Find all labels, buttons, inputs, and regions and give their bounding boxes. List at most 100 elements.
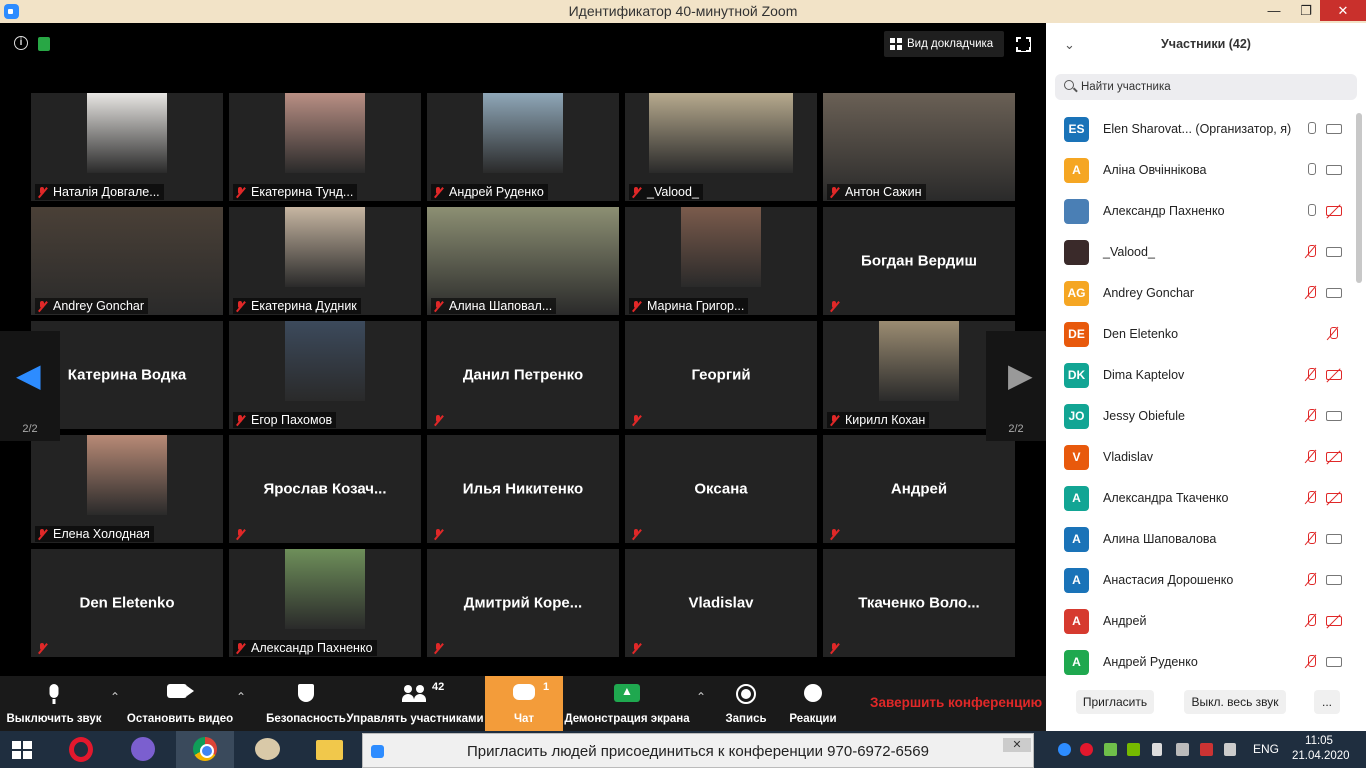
participant-row[interactable]: А Андрей Руденко [1046,642,1356,677]
zoom-tray-icon[interactable] [1058,743,1071,756]
stop-video-button[interactable]: Остановить видео [126,676,234,731]
participant-video-tile[interactable]: Богдан Вердиш [823,207,1015,315]
participant-list-scrollbar[interactable] [1356,113,1362,283]
fullscreen-icon[interactable] [1015,36,1031,52]
microphone-muted-icon[interactable] [1304,244,1318,260]
video-options-caret[interactable]: ⌃ [236,690,246,704]
microphone-muted-icon[interactable] [1304,367,1318,383]
maximize-button[interactable]: ❐ [1292,0,1320,21]
participant-video-tile[interactable]: Егор Пахомов [229,321,421,429]
participant-row[interactable]: Александр Пахненко [1046,191,1356,232]
security-button[interactable]: Безопасность [266,676,346,731]
invite-button[interactable]: Пригласить [1076,690,1154,714]
participant-search[interactable] [1055,74,1357,100]
nvidia-tray-icon[interactable] [1127,743,1140,756]
microphone-muted-icon[interactable] [1304,285,1318,301]
volume-icon[interactable] [1224,743,1236,756]
mute-button[interactable]: Выключить звук [0,676,108,731]
microphone-muted-icon[interactable] [1304,408,1318,424]
end-meeting-button[interactable]: Завершить конференцию [870,695,1042,710]
reactions-button[interactable]: Реакции [782,676,844,731]
speaker-view-button[interactable]: Вид докладчика [884,31,1004,57]
participant-row[interactable]: V Vladislav [1046,437,1356,478]
device-tray-icon[interactable] [1152,743,1162,756]
close-window-button[interactable]: ✕ [1320,0,1366,21]
taskbar-explorer[interactable] [300,731,358,768]
participant-row[interactable]: А Андрей [1046,601,1356,642]
security-tray-icon[interactable] [1104,743,1117,756]
participant-row[interactable]: А Аліна Овчіннікова [1046,150,1356,191]
manage-participants-button[interactable]: 42 Управлять участниками [346,676,484,731]
microphone-muted-icon[interactable] [1304,531,1318,547]
taskbar-clock[interactable]: 11:05 21.04.2020 [1292,734,1350,764]
microphone-muted-icon[interactable] [1304,654,1318,670]
participant-row[interactable]: А Анастасия Дорошенко [1046,560,1356,601]
participant-video-tile[interactable]: Vladislav [625,549,817,657]
participant-video-tile[interactable]: Андрей [823,435,1015,543]
video-camera-off-icon[interactable] [1326,616,1342,626]
next-page-button[interactable]: ▶ 2/2 [986,331,1046,441]
video-camera-icon[interactable] [1326,247,1342,257]
taskbar-viber[interactable] [114,731,172,768]
microphone-icon[interactable] [1304,203,1318,219]
video-camera-icon[interactable] [1326,534,1342,544]
video-camera-icon[interactable] [1326,411,1342,421]
mute-all-button[interactable]: Выкл. весь звук [1184,690,1286,714]
microphone-muted-icon[interactable] [1304,449,1318,465]
participant-video-tile[interactable]: Ярослав Козач... [229,435,421,543]
participant-video-tile[interactable]: Елена Холодная [31,435,223,543]
input-language[interactable]: ENG [1253,742,1279,756]
participant-video-tile[interactable]: Александр Пахненко [229,549,421,657]
participant-video-tile[interactable]: Дмитрий Коре... [427,549,619,657]
audio-options-caret[interactable]: ⌃ [110,690,120,704]
participant-row[interactable]: DK Dima Kaptelov [1046,355,1356,396]
previous-page-button[interactable]: ◀ 2/2 [0,331,60,441]
participant-row[interactable]: AG Andrey Gonchar [1046,273,1356,314]
notification-close-button[interactable]: ✕ [1003,738,1031,752]
video-camera-off-icon[interactable] [1326,452,1342,462]
taskbar-chrome[interactable] [176,731,234,768]
participant-video-tile[interactable]: Антон Сажин [823,93,1015,201]
video-camera-off-icon[interactable] [1326,493,1342,503]
participant-video-tile[interactable]: Илья Никитенко [427,435,619,543]
participant-video-tile[interactable]: Марина Григор... [625,207,817,315]
record-button[interactable]: Запись [716,676,776,731]
meeting-info-icon[interactable]: i [14,36,28,50]
participant-video-tile[interactable]: _Valood_ [625,93,817,201]
microphone-icon[interactable] [1304,162,1318,178]
participant-video-tile[interactable]: Andrey Gonchar [31,207,223,315]
minimize-button[interactable]: — [1254,0,1294,21]
participant-video-tile[interactable]: Георгий [625,321,817,429]
microphone-muted-icon[interactable] [1304,613,1318,629]
video-camera-icon[interactable] [1326,288,1342,298]
video-camera-icon[interactable] [1326,657,1342,667]
participant-row[interactable]: _Valood_ [1046,232,1356,273]
opera-tray-icon[interactable] [1080,743,1093,756]
network-disconnected-icon[interactable] [1200,743,1213,756]
video-camera-icon[interactable] [1326,124,1342,134]
participant-video-tile[interactable]: Алина Шаповал... [427,207,619,315]
chat-button[interactable]: 1 Чат [485,676,563,731]
start-button[interactable] [0,731,48,768]
taskbar-opera[interactable] [52,731,110,768]
share-screen-button[interactable]: Демонстрация экрана [564,676,690,731]
participant-search-input[interactable] [1081,78,1341,96]
participant-video-tile[interactable]: Den Eletenko [31,549,223,657]
video-camera-icon[interactable] [1326,165,1342,175]
participant-row[interactable]: JO Jessy Obiefule [1046,396,1356,437]
participant-video-tile[interactable]: Оксана [625,435,817,543]
participant-video-tile[interactable]: Наталія Довгале... [31,93,223,201]
participant-row[interactable]: DE Den Eletenko [1046,314,1356,355]
participant-video-tile[interactable]: Екатерина Тунд... [229,93,421,201]
microphone-muted-icon[interactable] [1326,326,1340,342]
participant-video-tile[interactable]: Ткаченко Воло... [823,549,1015,657]
participant-row[interactable]: А Александра Ткаченко [1046,478,1356,519]
share-options-caret[interactable]: ⌃ [696,690,706,704]
taskbar-paint[interactable] [238,731,296,768]
video-camera-off-icon[interactable] [1326,370,1342,380]
microphone-icon[interactable] [1304,121,1318,137]
participant-row[interactable]: ES Elen Sharovat... (Организатор, я) [1046,109,1356,150]
more-options-button[interactable]: ... [1314,690,1340,714]
participant-video-tile[interactable]: Екатерина Дудник [229,207,421,315]
microphone-muted-icon[interactable] [1304,490,1318,506]
